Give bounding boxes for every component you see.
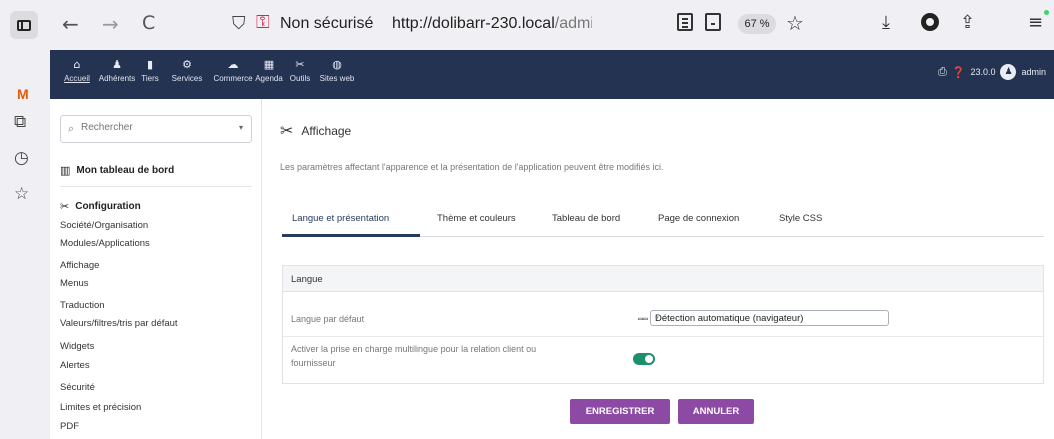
sidebar-toggle-button[interactable] [10, 11, 38, 39]
default-language-select[interactable]: Détection automatique (navigateur) ▾ [650, 310, 889, 326]
menu-link-modules[interactable]: Modules/Applications [60, 238, 150, 249]
help-icon[interactable]: ❓ [952, 66, 966, 79]
bookmarks-icon[interactable]: ☆ [14, 184, 29, 204]
cancel-button[interactable]: ANNULER [678, 399, 754, 424]
chart-icon: ▥ [60, 164, 71, 177]
synced-tabs-icon[interactable]: ⧉ [14, 112, 26, 132]
chevron-down-icon[interactable]: ▾ [239, 123, 243, 132]
dashboard-label: Mon tableau de bord [76, 165, 175, 176]
user-name[interactable]: admin [1021, 67, 1046, 77]
print-icon[interactable]: ⎙ [938, 65, 947, 79]
menu-link-securite[interactable]: Sécurité [60, 382, 95, 393]
update-dot [1044, 10, 1049, 15]
browser-window: ← → C ⛉ ⚿ Non sécurisé http://dolibarr-2… [0, 0, 1054, 439]
tab-bar: Langue et présentation Thème et couleurs… [282, 205, 1044, 237]
langue-panel: Langue Langue par défaut ▭▭ Détection au… [282, 265, 1044, 384]
active-tab-indicator [282, 234, 420, 237]
share-icon[interactable]: ⇪ [960, 12, 975, 33]
menu-link-menus[interactable]: Menus [60, 278, 89, 289]
chevron-down-icon: ▾ [655, 315, 659, 322]
tab-theme-couleurs[interactable]: Thème et couleurs [437, 213, 516, 224]
tools-icon: ✂ [60, 200, 70, 213]
dolibarr-tab-icon[interactable]: M [17, 86, 29, 102]
tools-icon: ✂ [280, 121, 294, 140]
menu-link-affichage[interactable]: Affichage [60, 260, 99, 271]
bookmark-star-icon[interactable]: ☆ [786, 11, 804, 35]
extension-icon[interactable] [921, 13, 939, 31]
url-host: http://dolibarr-230.local [392, 15, 555, 32]
page-title: Affichage [301, 123, 352, 138]
version-label: 23.0.0 [970, 67, 996, 77]
multilingual-label-line2: fournisseur [291, 358, 336, 368]
divider [60, 186, 252, 187]
menu-link-societe[interactable]: Société/Organisation [60, 220, 148, 231]
tab-tableau-de-bord[interactable]: Tableau de bord [552, 213, 620, 224]
globe-icon: ◍ [332, 58, 342, 71]
nav-item-sites-web[interactable]: ◍ Sites web [312, 58, 362, 83]
browser-side-rail: M ⧉ ◷ ☆ [0, 50, 50, 439]
top-nav: ⌂ Accueil ♟ Adhérents ▮ Tiers ⚙ Services… [50, 50, 1054, 99]
forward-button[interactable]: → [102, 12, 119, 36]
multilingual-toggle[interactable] [633, 353, 655, 365]
default-language-label: Langue par défaut [291, 314, 365, 324]
save-button[interactable]: ENREGISTRER [570, 399, 670, 424]
menu-link-valeurs[interactable]: Valeurs/filtres/tris par défaut [60, 318, 178, 329]
menu-link-alertes[interactable]: Alertes [60, 360, 90, 371]
browser-toolbar: ← → C ⛉ ⚿ Non sécurisé http://dolibarr-2… [0, 0, 1054, 50]
avatar[interactable]: ♟ [1000, 64, 1017, 80]
insecure-lock-icon[interactable]: ⚿ [256, 12, 270, 33]
page-description: Les paramètres affectant l'apparence et … [280, 162, 664, 172]
menu-link-widgets[interactable]: Widgets [60, 341, 94, 352]
nav-label: Services [171, 74, 203, 83]
save-page-icon[interactable] [705, 13, 721, 31]
nav-right-area: ⎙ ❓ 23.0.0 ♟ admin [938, 64, 1046, 80]
menu-configuration[interactable]: ✂ Configuration [60, 200, 141, 213]
multilingual-label-line1: Activer la prise en charge multilingue p… [291, 344, 537, 354]
row-separator [283, 336, 1043, 337]
insecure-label[interactable]: Non sécurisé [280, 15, 373, 33]
menu-link-limites[interactable]: Limites et précision [60, 402, 141, 413]
search-icon: ⌕ [68, 122, 75, 135]
tab-langue-presentation[interactable]: Langue et présentation [292, 213, 389, 224]
nav-label: Sites web [319, 74, 355, 83]
menu-link-traduction[interactable]: Traduction [60, 300, 105, 311]
config-label: Configuration [75, 201, 141, 212]
tab-page-connexion[interactable]: Page de connexion [658, 213, 739, 224]
page-header: ✂ Affichage [280, 121, 351, 140]
menu-dashboard[interactable]: ▥ Mon tableau de bord [60, 164, 174, 177]
section-title: Langue [291, 274, 323, 285]
reload-button[interactable]: C [142, 12, 155, 34]
zoom-level[interactable]: 67 % [738, 14, 776, 34]
history-icon[interactable]: ◷ [14, 148, 29, 168]
flag-icon: ▭▭ [638, 314, 648, 323]
url-text[interactable]: http://dolibarr-230.local/admin/ihm.php?… [392, 15, 592, 33]
main-content: ✂ Affichage Les paramètres affectant l'a… [262, 99, 1054, 439]
tab-style-css[interactable]: Style CSS [779, 213, 822, 224]
services-icon: ⚙ [182, 58, 192, 71]
search-input[interactable] [81, 122, 231, 133]
back-button[interactable]: ← [62, 12, 79, 36]
menu-icon[interactable]: ≡ [1028, 12, 1043, 33]
downloads-icon[interactable]: ⤓ [882, 12, 890, 33]
search-box[interactable]: ⌕ ▾ [60, 115, 252, 143]
nav-item-services[interactable]: ⚙ Services [164, 58, 210, 83]
sidebar-icon [17, 19, 31, 31]
url-path: /admin/ihm.php?ma [554, 15, 592, 32]
panel-header: Langue [283, 266, 1043, 292]
menu-link-pdf[interactable]: PDF [60, 421, 79, 432]
shield-icon[interactable]: ⛉ [232, 13, 246, 34]
left-menu: ⌕ ▾ ▥ Mon tableau de bord ✂ Configuratio… [50, 99, 262, 439]
reader-view-icon[interactable] [677, 13, 693, 31]
